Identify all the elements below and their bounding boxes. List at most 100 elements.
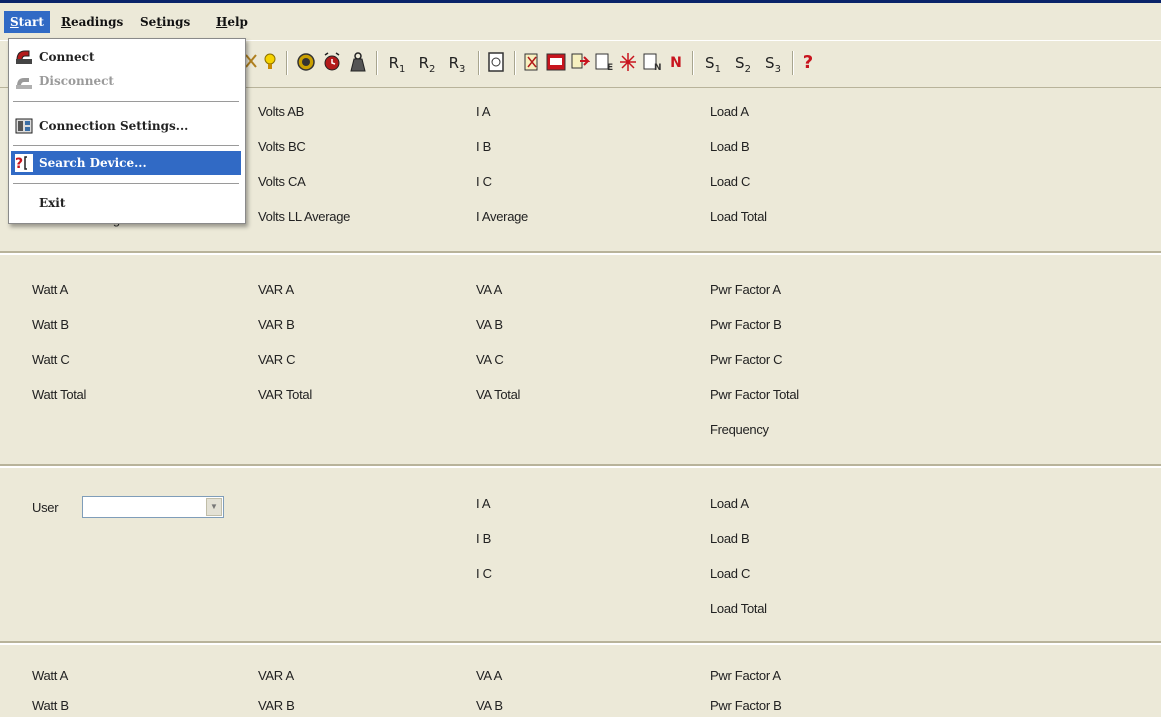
menu-separator xyxy=(13,101,239,102)
report-icon[interactable] xyxy=(486,51,506,75)
value-label: Watt C xyxy=(32,352,70,367)
toolbar-separator xyxy=(514,51,516,75)
panel-divider xyxy=(0,464,1161,468)
r1-button[interactable]: R1 xyxy=(384,51,410,75)
panel-divider xyxy=(0,641,1161,645)
meter-icon[interactable] xyxy=(296,51,316,75)
menu-settings[interactable]: Setings xyxy=(134,11,196,33)
value-label: VA B xyxy=(476,317,503,332)
menu-item-connection-settings[interactable]: Connection Settings... xyxy=(11,114,241,138)
toolbar-separator xyxy=(478,51,480,75)
value-label: Load C xyxy=(710,174,751,189)
value-label: Load B xyxy=(710,531,750,546)
value-label: I B xyxy=(476,139,491,154)
start-menu-dropdown: Connect Disconnect Connection Settings..… xyxy=(8,38,246,224)
user-panel: User I A I B I C Load A Load B Load C Lo… xyxy=(0,469,1161,639)
value-label: Load B xyxy=(710,139,750,154)
lamp-icon[interactable] xyxy=(262,51,278,75)
value-label: VAR B xyxy=(258,317,295,332)
value-label: Pwr Factor A xyxy=(710,282,781,297)
value-label: Load Total xyxy=(710,209,767,224)
value-label: Pwr Factor A xyxy=(710,668,781,683)
value-label: Watt Total xyxy=(32,387,87,402)
value-label: Pwr Factor B xyxy=(710,698,782,713)
s3-button[interactable]: S3 xyxy=(760,51,786,75)
value-label: Pwr Factor B xyxy=(710,317,782,332)
menu-item-search-device[interactable]: ? Search Device... xyxy=(11,151,241,175)
event-n-icon[interactable]: N xyxy=(642,51,662,75)
svg-text:?: ? xyxy=(15,156,23,172)
menu-item-exit[interactable]: Exit xyxy=(11,191,241,215)
value-label: Load C xyxy=(710,566,751,581)
value-label: VAR B xyxy=(258,698,295,713)
partial-toolbar-icon[interactable] xyxy=(244,51,258,75)
toolbar-separator xyxy=(376,51,378,75)
toolbar-separator xyxy=(286,51,288,75)
disconnect-icon xyxy=(15,72,33,90)
value-label: Watt B xyxy=(32,698,69,713)
thd-icon[interactable] xyxy=(546,51,566,75)
value-label: Load Total xyxy=(710,601,767,616)
connection-settings-icon xyxy=(15,117,33,135)
value-label: Pwr Factor C xyxy=(710,352,783,367)
value-label: Load A xyxy=(710,496,749,511)
menu-item-disconnect: Disconnect xyxy=(11,69,241,93)
s2-button[interactable]: S2 xyxy=(730,51,756,75)
value-label: I A xyxy=(476,104,491,119)
value-label: VA A xyxy=(476,668,503,683)
search-device-icon: ? xyxy=(15,154,33,172)
menu-separator xyxy=(13,183,239,184)
alarm-icon[interactable] xyxy=(618,51,638,75)
value-label: I C xyxy=(476,566,492,581)
value-label: VA C xyxy=(476,352,504,367)
toolbar-separator xyxy=(792,51,794,75)
panel-divider xyxy=(0,251,1161,255)
s1-button[interactable]: S1 xyxy=(700,51,726,75)
power-panel: Watt A Watt B Watt C Watt Total VAR A VA… xyxy=(0,256,1161,461)
menu-start[interactable]: Start xyxy=(4,11,50,33)
value-label: VA Total xyxy=(476,387,521,402)
value-label: I B xyxy=(476,531,491,546)
value-label: VA B xyxy=(476,698,503,713)
value-label: Volts AB xyxy=(258,104,305,119)
weight-icon[interactable] xyxy=(348,51,368,75)
value-label: Volts LL Average xyxy=(258,209,351,224)
menu-readings[interactable]: Readings xyxy=(55,11,129,33)
event-arrow-icon[interactable] xyxy=(570,51,591,75)
user-select[interactable]: ▼ xyxy=(82,496,224,518)
value-label: VAR Total xyxy=(258,387,312,402)
svg-text:E: E xyxy=(607,63,613,73)
value-label: I C xyxy=(476,174,492,189)
value-label: I A xyxy=(476,496,491,511)
frequency-label: Frequency xyxy=(710,422,769,437)
r3-button[interactable]: R3 xyxy=(444,51,470,75)
value-label: VA A xyxy=(476,282,503,297)
value-label: Volts CA xyxy=(258,174,306,189)
connect-icon xyxy=(15,48,33,66)
clock-alarm-icon[interactable] xyxy=(322,51,342,75)
menu-bar: Start Readings Setings Help xyxy=(0,3,1161,39)
value-label: VAR A xyxy=(258,668,294,683)
value-label: I Average xyxy=(476,209,528,224)
value-label: Pwr Factor Total xyxy=(710,387,799,402)
value-label: VAR C xyxy=(258,352,296,367)
r2-button[interactable]: R2 xyxy=(414,51,440,75)
event-e-icon[interactable]: E xyxy=(594,51,614,75)
user-label: User xyxy=(32,500,59,515)
value-label: Volts BC xyxy=(258,139,306,154)
toolbar-separator xyxy=(692,51,694,75)
value-label: VAR A xyxy=(258,282,294,297)
neutral-icon[interactable]: N xyxy=(668,51,684,75)
menu-help[interactable]: Help xyxy=(210,11,254,33)
menu-item-connect[interactable]: Connect xyxy=(11,45,241,69)
menu-separator xyxy=(13,145,239,146)
value-label: Watt A xyxy=(32,282,69,297)
value-label: Watt A xyxy=(32,668,69,683)
value-label: Load A xyxy=(710,104,749,119)
svg-text:N: N xyxy=(654,63,662,73)
value-label: Watt B xyxy=(32,317,69,332)
demand-icon[interactable] xyxy=(522,51,542,75)
power-panel-2: Watt A Watt B VAR A VAR B VA A VA B Pwr … xyxy=(0,646,1161,717)
help-icon[interactable]: ? xyxy=(800,51,816,75)
chevron-down-icon[interactable]: ▼ xyxy=(206,498,222,516)
